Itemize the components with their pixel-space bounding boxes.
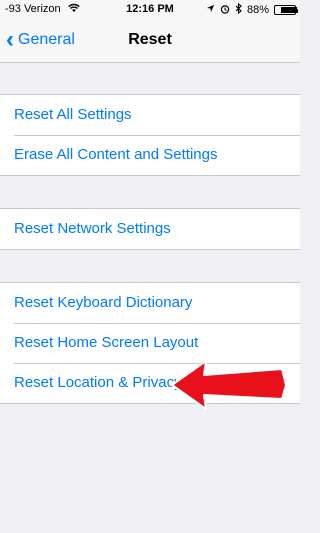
reset-all-settings-row[interactable]: Reset All Settings — [0, 95, 300, 135]
reset-group-general: Reset All Settings Erase All Content and… — [0, 94, 300, 176]
status-bar: -93 Verizon 12:16 PM 88% — [0, 0, 300, 20]
alarm-icon — [220, 4, 230, 17]
page-title: Reset — [128, 31, 172, 48]
location-arrow-icon — [206, 4, 215, 16]
annotation-arrow-icon — [171, 360, 287, 410]
erase-all-content-row[interactable]: Erase All Content and Settings — [0, 135, 300, 175]
bluetooth-icon — [235, 2, 242, 17]
navigation-bar: ‹ General Reset — [0, 20, 300, 63]
reset-keyboard-dictionary-row[interactable]: Reset Keyboard Dictionary — [0, 283, 300, 323]
battery-percent: 88% — [246, 4, 269, 16]
reset-group-network: Reset Network Settings — [0, 208, 300, 250]
battery-icon — [274, 5, 298, 15]
reset-network-settings-row[interactable]: Reset Network Settings — [0, 209, 300, 249]
